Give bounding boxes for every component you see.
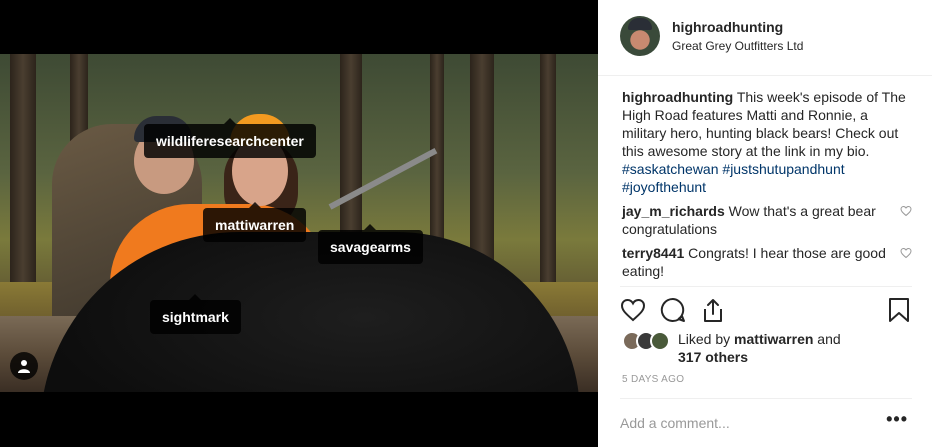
avatar	[650, 331, 670, 351]
hashtag-link[interactable]: #joyofthehunt	[622, 179, 706, 195]
comment-bar: •••	[620, 398, 912, 447]
user-tags-button[interactable]	[10, 352, 38, 380]
share-icon[interactable]	[700, 297, 726, 323]
photo-tag[interactable]: wildliferesearchcenter	[144, 118, 316, 158]
caption: highroadhunting This week's episode of T…	[622, 88, 914, 196]
person-icon	[18, 360, 30, 373]
likes-summary: Liked by mattiwarren and 317 others	[622, 330, 841, 366]
hashtag-link[interactable]: #saskatchewan	[622, 161, 719, 177]
heart-icon[interactable]	[900, 205, 912, 217]
post-actions	[620, 286, 912, 330]
heart-icon[interactable]	[900, 247, 912, 259]
comment-input[interactable]	[620, 411, 870, 435]
post-header: highroadhunting Great Grey Outfitters Lt…	[598, 0, 932, 76]
photo-tag[interactable]: savagearms	[318, 224, 423, 264]
post-location[interactable]: Great Grey Outfitters Ltd	[672, 39, 803, 53]
post-username[interactable]: highroadhunting	[672, 19, 803, 35]
bookmark-icon[interactable]	[886, 297, 912, 323]
comment-username[interactable]: jay_m_richards	[622, 203, 725, 219]
comments-section: highroadhunting This week's episode of T…	[622, 88, 914, 280]
more-options-button[interactable]: •••	[886, 409, 908, 430]
hashtag-link[interactable]: #justshutupandhunt	[722, 161, 844, 177]
comment-item: terry8441 Congrats! I hear those are goo…	[622, 244, 914, 280]
post-media[interactable]: wildliferesearchcenter mattiwarren savag…	[0, 0, 598, 447]
comment-icon[interactable]	[660, 297, 686, 323]
comment-item: jay_m_richards Wow that's a great bear c…	[622, 202, 914, 238]
comment-username[interactable]: terry8441	[622, 245, 684, 261]
photo-tag[interactable]: sightmark	[150, 294, 241, 334]
heart-icon[interactable]	[620, 297, 646, 323]
post-sidebar: highroadhunting Great Grey Outfitters Lt…	[598, 0, 932, 447]
photo-tag[interactable]: mattiwarren	[203, 202, 307, 242]
liker-username[interactable]: mattiwarren	[734, 331, 813, 347]
post-timestamp[interactable]: 5 DAYS AGO	[622, 374, 684, 385]
avatar[interactable]	[620, 16, 660, 56]
caption-username[interactable]: highroadhunting	[622, 89, 733, 105]
likes-prefix: Liked by	[678, 331, 731, 347]
likes-others-link[interactable]: 317 others	[678, 349, 748, 365]
likes-conj: and	[817, 331, 841, 347]
